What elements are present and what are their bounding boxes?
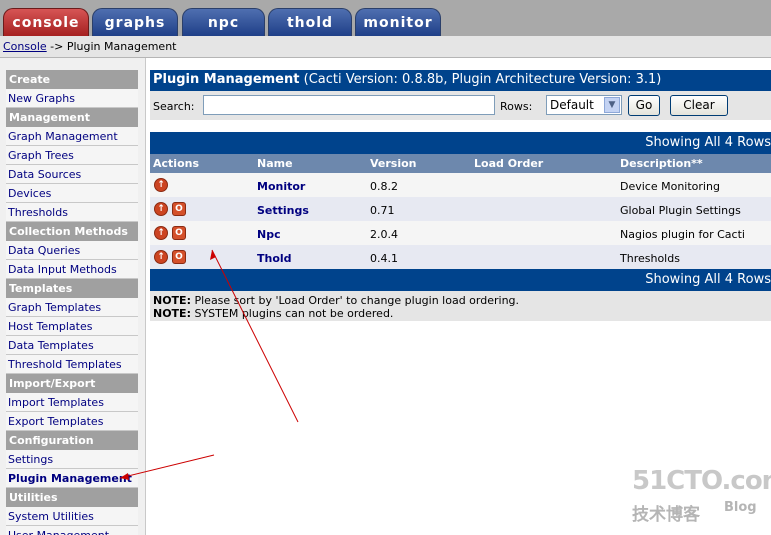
watermark-title: 51CTO.com — [632, 466, 771, 496]
plugin-version: 2.0.4 — [370, 228, 398, 241]
tab-npc[interactable]: npc — [182, 8, 265, 36]
showing-rows-top: Showing All 4 Rows — [150, 132, 771, 154]
table-row: ↑ Monitor 0.8.2 Device Monitoring — [150, 173, 771, 197]
search-input[interactable] — [203, 95, 495, 115]
sidebar-item-export-templates[interactable]: Export Templates — [6, 412, 138, 431]
sidebar-item-user-management[interactable]: User Management — [6, 526, 138, 535]
table-header: Actions Name Version Load Order Descript… — [150, 154, 771, 173]
sidebar-item-system-utilities[interactable]: System Utilities — [6, 507, 138, 526]
chevron-down-icon[interactable]: ▼ — [604, 97, 620, 113]
page-title: Plugin Management (Cacti Version: 0.8.8b… — [150, 70, 771, 91]
column-actions[interactable]: Actions — [153, 157, 199, 170]
column-name[interactable]: Name — [257, 157, 293, 170]
notes: NOTE: Please sort by 'Load Order' to cha… — [150, 291, 771, 321]
note-text: SYSTEM plugins can not be ordered. — [190, 307, 394, 320]
plugin-version: 0.71 — [370, 204, 395, 217]
sidebar-header-templates: Templates — [6, 279, 138, 298]
install-icon[interactable]: ↑ — [154, 178, 168, 192]
note-label: NOTE: — [153, 307, 191, 320]
sidebar-header-create: Create — [6, 70, 138, 89]
install-icon[interactable]: ↑ — [154, 226, 168, 240]
sidebar-item-import-templates[interactable]: Import Templates — [6, 393, 138, 412]
tab-monitor[interactable]: monitor — [355, 8, 441, 36]
disable-icon[interactable]: O — [172, 202, 186, 216]
sidebar-item-graph-trees[interactable]: Graph Trees — [6, 146, 138, 165]
sidebar-header-utilities: Utilities — [6, 488, 138, 507]
sidebar-item-graph-templates[interactable]: Graph Templates — [6, 298, 138, 317]
sidebar-header-collection-methods: Collection Methods — [6, 222, 138, 241]
watermark-blog: Blog — [724, 500, 757, 515]
sidebar-item-settings[interactable]: Settings — [6, 450, 138, 469]
rows-label: Rows: — [500, 100, 533, 113]
rows-select[interactable]: Default ▼ — [546, 95, 622, 115]
tab-console[interactable]: console — [3, 8, 89, 36]
plugin-table: Showing All 4 Rows Actions Name Version … — [150, 132, 771, 321]
sidebar-header-configuration: Configuration — [6, 431, 138, 450]
watermark-subtitle: 技术博客 — [632, 505, 700, 525]
go-button[interactable]: Go — [628, 95, 660, 116]
plugin-version: 0.8.2 — [370, 180, 398, 193]
breadcrumb: Console -> Plugin Management — [0, 36, 771, 58]
sidebar-item-new-graphs[interactable]: New Graphs — [6, 89, 138, 108]
sidebar-item-devices[interactable]: Devices — [6, 184, 138, 203]
column-load-order[interactable]: Load Order — [474, 157, 543, 170]
plugin-name: Monitor — [257, 180, 306, 193]
filter-bar: Search: Rows: Default ▼ Go Clear — [150, 91, 771, 120]
note-text: Please sort by 'Load Order' to change pl… — [190, 294, 520, 307]
sidebar-item-data-sources[interactable]: Data Sources — [6, 165, 138, 184]
sidebar-header-management: Management — [6, 108, 138, 127]
clear-button[interactable]: Clear — [670, 95, 728, 116]
sidebar-menu: Create New Graphs Management Graph Manag… — [6, 70, 138, 535]
note-label: NOTE: — [153, 294, 191, 307]
plugin-name: Npc — [257, 228, 281, 241]
page-title-version: (Cacti Version: 0.8.8b, Plugin Architect… — [299, 72, 662, 87]
sidebar-header-import-export: Import/Export — [6, 374, 138, 393]
sidebar-item-data-queries[interactable]: Data Queries — [6, 241, 138, 260]
note-load-order: NOTE: Please sort by 'Load Order' to cha… — [153, 294, 768, 307]
plugin-description: Device Monitoring — [620, 180, 720, 193]
plugin-description: Nagios plugin for Cacti — [620, 228, 745, 241]
search-label: Search: — [153, 100, 195, 113]
install-icon[interactable]: ↑ — [154, 250, 168, 264]
plugin-name: Thold — [257, 252, 292, 265]
plugin-description: Global Plugin Settings — [620, 204, 741, 217]
disable-icon[interactable]: O — [172, 226, 186, 240]
sidebar: Create New Graphs Management Graph Manag… — [0, 58, 146, 535]
sidebar-item-host-templates[interactable]: Host Templates — [6, 317, 138, 336]
showing-rows-bottom: Showing All 4 Rows — [150, 269, 771, 291]
plugin-version: 0.4.1 — [370, 252, 398, 265]
sidebar-item-data-input-methods[interactable]: Data Input Methods — [6, 260, 138, 279]
sidebar-item-plugin-management[interactable]: Plugin Management — [6, 469, 138, 488]
main-content: Plugin Management (Cacti Version: 0.8.8b… — [146, 58, 771, 535]
table-row: ↑ O Settings 0.71 Global Plugin Settings — [150, 197, 771, 221]
sidebar-item-threshold-templates[interactable]: Threshold Templates — [6, 355, 138, 374]
page-title-main: Plugin Management — [153, 72, 300, 87]
sidebar-item-thresholds[interactable]: Thresholds — [6, 203, 138, 222]
watermark-logo: 51CTO.com 技术博客 Blog — [632, 466, 771, 526]
note-system-plugins: NOTE: SYSTEM plugins can not be ordered. — [153, 307, 768, 320]
breadcrumb-console-link[interactable]: Console — [3, 40, 47, 53]
top-tab-bar: console graphs npc thold monitor — [0, 0, 771, 36]
plugin-description: Thresholds — [620, 252, 680, 265]
disable-icon[interactable]: O — [172, 250, 186, 264]
rows-select-value: Default — [550, 98, 594, 112]
tab-thold[interactable]: thold — [268, 8, 352, 36]
plugin-name: Settings — [257, 204, 309, 217]
column-version[interactable]: Version — [370, 157, 417, 170]
install-icon[interactable]: ↑ — [154, 202, 168, 216]
table-row: ↑ O Thold 0.4.1 Thresholds — [150, 245, 771, 269]
table-row: ↑ O Npc 2.0.4 Nagios plugin for Cacti — [150, 221, 771, 245]
column-description[interactable]: Description** — [620, 157, 703, 170]
sidebar-item-graph-management[interactable]: Graph Management — [6, 127, 138, 146]
sidebar-item-data-templates[interactable]: Data Templates — [6, 336, 138, 355]
breadcrumb-current: -> Plugin Management — [46, 40, 177, 53]
tab-graphs[interactable]: graphs — [92, 8, 178, 36]
